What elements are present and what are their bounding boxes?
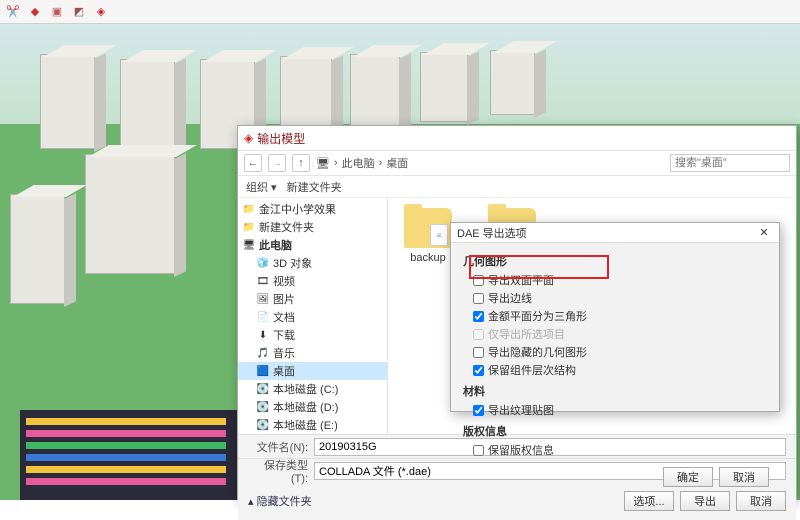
chk-hidden-geom[interactable]: 导出隐藏的几何图形 (463, 343, 767, 361)
filename-label: 文件名(N): (248, 439, 308, 455)
dl-icon: ⬇ (256, 328, 270, 342)
folder-tree[interactable]: 📁金江中小学效果📁新建文件夹🖥此电脑🧊3D 对象🎞视频🖼图片📄文档⬇下载🎵音乐🟦… (238, 198, 388, 434)
tree-item[interactable]: 💽本地磁盘 (D:) (238, 398, 387, 416)
doc-icon: 📄 (256, 310, 270, 324)
organize-menu[interactable]: 组织 ▾ (246, 179, 277, 195)
tree-item-label: 3D 对象 (273, 255, 312, 271)
tree-item-label: 本地磁盘 (C:) (273, 381, 338, 397)
tree-item[interactable]: 🎞视频 (238, 272, 387, 290)
tree-item[interactable]: ⬇下载 (238, 326, 387, 344)
folder-icon: ≡ (404, 208, 452, 248)
cube-icon[interactable]: ◩ (70, 3, 88, 21)
tree-item-label: 桌面 (273, 363, 295, 379)
dae-options-dialog: DAE 导出选项 ✕ 几何图形 导出双面平面 导出边线 金额平面分为三角形 仅导… (450, 222, 780, 412)
breadcrumb[interactable]: 🖥 › 此电脑 › 桌面 (316, 155, 664, 171)
tree-item-label: 视频 (273, 273, 295, 289)
tree-item-label: 本地磁盘 (E:) (273, 417, 338, 433)
breadcrumb-root[interactable]: 此电脑 (342, 155, 375, 171)
dialog-titlebar: ◈ 输出模型 (238, 126, 796, 150)
chk-hierarchy[interactable]: 保留组件层次结构 (463, 361, 767, 379)
ok-button[interactable]: 确定 (663, 467, 713, 487)
close-icon[interactable]: ✕ (755, 225, 773, 241)
nav-fwd-button[interactable]: → (268, 154, 286, 172)
tree-item-label: 音乐 (273, 345, 295, 361)
folder-y-icon: 📁 (242, 202, 256, 216)
options-cancel-button[interactable]: 取消 (719, 467, 769, 487)
tree-item[interactable]: 🖼图片 (238, 290, 387, 308)
mus-icon: 🎵 (256, 346, 270, 360)
chk-export-edges[interactable]: 导出边线 (463, 289, 767, 307)
chk-triangulate[interactable]: 金额平面分为三角形 (463, 307, 767, 325)
group-geometry: 几何图形 (463, 253, 767, 269)
pc-icon: 🖥 (316, 157, 330, 170)
dialog-toolbar: 组织 ▾ 新建文件夹 (238, 176, 796, 198)
cancel-button[interactable]: 取消 (736, 491, 786, 511)
tree-item[interactable]: 💽本地磁盘 (C:) (238, 380, 387, 398)
tree-item-label: 文档 (273, 309, 295, 325)
new-folder-button[interactable]: 新建文件夹 (287, 179, 342, 195)
diamond-icon[interactable]: ◆ (26, 3, 44, 21)
hide-folders-toggle[interactable]: ▴ 隐藏文件夹 (248, 493, 312, 509)
chk-selection-only: 仅导出所选项目 (463, 325, 767, 343)
scissors-icon[interactable]: ✂️ (4, 3, 22, 21)
filetype-label: 保存类型(T): (248, 457, 308, 485)
colorful-building (20, 410, 240, 500)
chk-two-sided[interactable]: 导出双面平面 (463, 271, 767, 289)
breadcrumb-current[interactable]: 桌面 (386, 155, 408, 171)
nav-back-button[interactable]: ← (244, 154, 262, 172)
options-titlebar: DAE 导出选项 ✕ (451, 223, 779, 243)
options-title: DAE 导出选项 (457, 225, 527, 241)
export-button[interactable]: 导出 (680, 491, 730, 511)
chk-credits[interactable]: 保留版权信息 (463, 441, 767, 459)
tree-item[interactable]: 🧊3D 对象 (238, 254, 387, 272)
tree-item[interactable]: 📁新建文件夹 (238, 218, 387, 236)
pc-icon: 🖥 (242, 238, 256, 252)
ruby-icon[interactable]: ◈ (92, 3, 110, 21)
folder-label: backup (398, 252, 458, 264)
3d-icon: 🧊 (256, 256, 270, 270)
drv-icon: 💽 (256, 382, 270, 396)
tree-item-label: 金江中小学效果 (259, 201, 336, 217)
dialog-title: 输出模型 (257, 130, 305, 147)
tree-item-label: 新建文件夹 (259, 219, 314, 235)
tree-item-label: 下载 (273, 327, 295, 343)
folder-y-icon: 📁 (242, 220, 256, 234)
search-input[interactable] (670, 154, 790, 172)
tree-item[interactable]: 💽本地磁盘 (E:) (238, 416, 387, 434)
vid-icon: 🎞 (256, 274, 270, 288)
tree-item[interactable]: 🖥此电脑 (238, 236, 387, 254)
box-icon[interactable]: ▣ (48, 3, 66, 21)
tree-item[interactable]: 📁金江中小学效果 (238, 200, 387, 218)
tree-item-label: 此电脑 (259, 237, 292, 253)
main-toolbar: ✂️ ◆ ▣ ◩ ◈ (0, 0, 800, 24)
tree-item[interactable]: 🟦桌面 (238, 362, 387, 380)
drv-icon: 💽 (256, 400, 270, 414)
chk-textures[interactable]: 导出纹理贴图 (463, 401, 767, 419)
nav-up-button[interactable]: ↑ (292, 154, 310, 172)
folder-item[interactable]: ≡ backup (398, 208, 458, 264)
drv-icon: 💽 (256, 418, 270, 432)
tree-item[interactable]: 🎵音乐 (238, 344, 387, 362)
desk-icon: 🟦 (256, 364, 270, 378)
tree-item[interactable]: 📄文档 (238, 308, 387, 326)
ruby-icon: ◈ (244, 131, 253, 145)
tree-item-label: 图片 (273, 291, 295, 307)
group-material: 材料 (463, 383, 767, 399)
tree-item-label: 本地磁盘 (D:) (273, 399, 338, 415)
navigation-bar: ← → ↑ 🖥 › 此电脑 › 桌面 (238, 150, 796, 176)
pic-icon: 🖼 (256, 292, 270, 306)
group-credits: 版权信息 (463, 423, 767, 439)
options-button[interactable]: 选项... (624, 491, 674, 511)
